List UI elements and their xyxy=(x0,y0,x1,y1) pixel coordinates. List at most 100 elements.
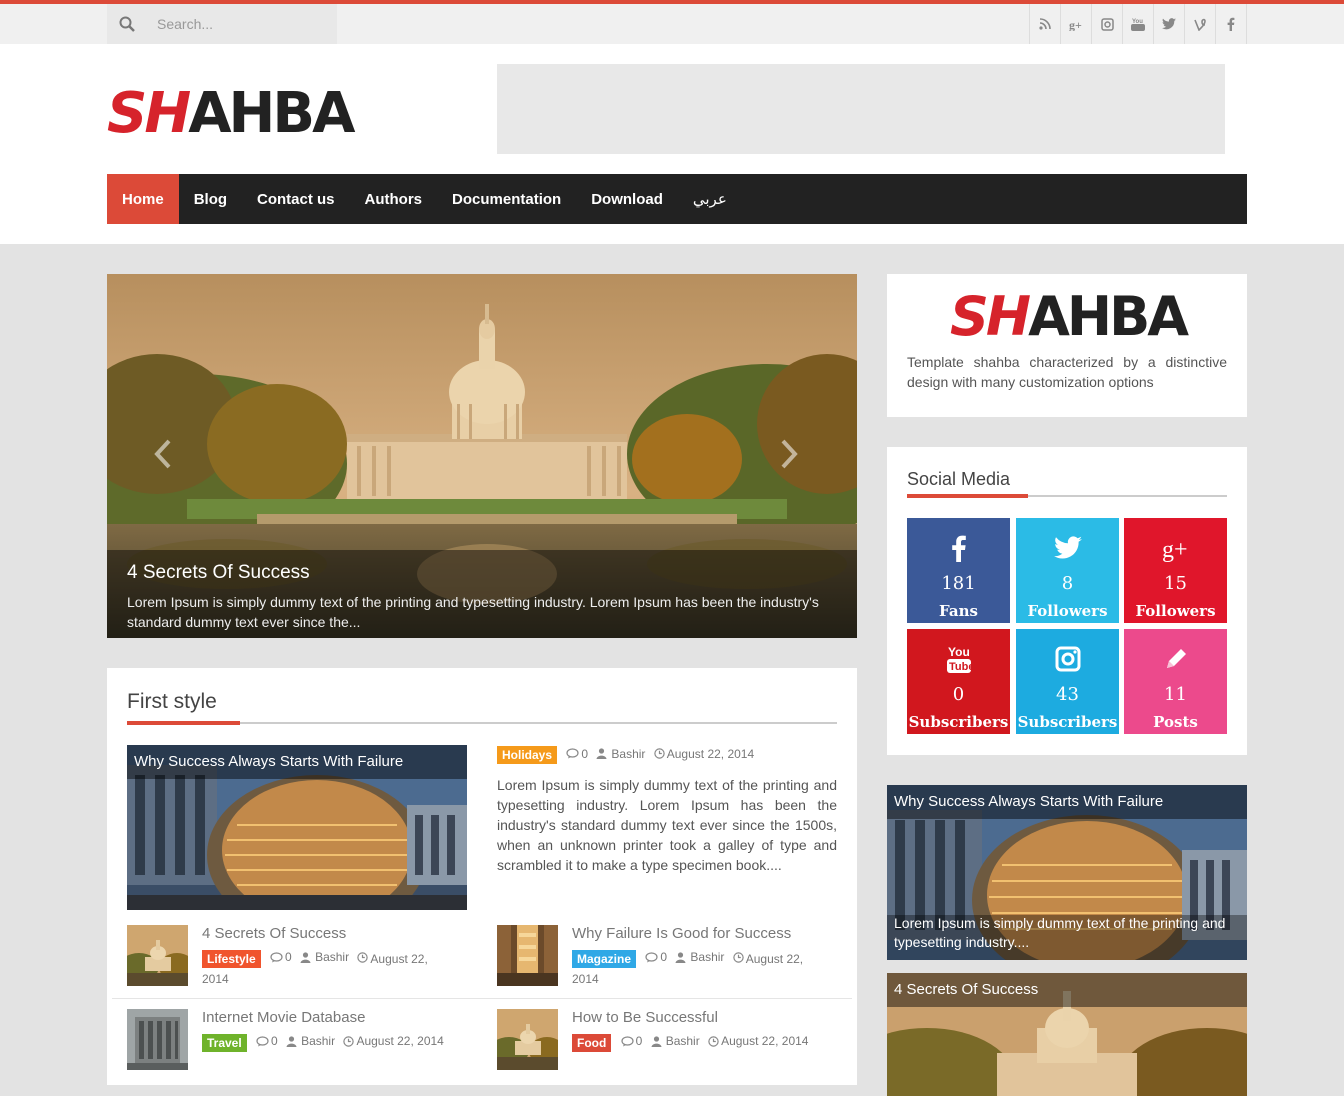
post-title[interactable]: How to Be Successful xyxy=(572,1009,718,1026)
twitter-icon[interactable] xyxy=(1154,4,1185,44)
list-item: 4 Secrets Of Success Lifestyle 0 Bashir … xyxy=(127,925,467,987)
counter-value: 15 xyxy=(1164,573,1187,594)
youtube-icon[interactable]: You xyxy=(1123,4,1154,44)
featured-post-image[interactable]: Why Success Always Starts With Failure xyxy=(127,745,467,910)
post-meta: Lifestyle 0 Bashir August 22, 2014 xyxy=(202,947,442,989)
svg-text:g+: g+ xyxy=(1069,18,1082,31)
section-title-underline xyxy=(127,721,837,725)
slider-prev-arrow-icon[interactable] xyxy=(151,439,177,469)
nav-item-contact[interactable]: Contact us xyxy=(242,174,350,224)
category-badge[interactable]: Lifestyle xyxy=(202,949,261,968)
comment-count[interactable]: 0 xyxy=(660,947,667,967)
post-author[interactable]: Bashir xyxy=(666,1031,700,1051)
google-plus-counter[interactable]: g+ 15 Followers xyxy=(1124,518,1227,623)
comment-icon xyxy=(566,748,579,759)
post-thumbnail[interactable] xyxy=(497,925,558,986)
user-icon xyxy=(286,1035,297,1047)
post-thumbnail[interactable] xyxy=(127,1009,188,1070)
category-badge[interactable]: Magazine xyxy=(572,949,637,968)
clock-icon xyxy=(343,1035,355,1047)
category-badge[interactable]: Food xyxy=(572,1033,612,1052)
sidebar-post-card[interactable]: 4 Secrets Of Success xyxy=(887,973,1247,1096)
list-item: How to Be Successful Food 0 Bashir Augus… xyxy=(497,1009,837,1071)
nav-item-blog[interactable]: Blog xyxy=(179,174,242,224)
post-title[interactable]: Internet Movie Database xyxy=(202,1009,365,1026)
facebook-counter[interactable]: 181 Fans xyxy=(907,518,1010,623)
vine-icon[interactable] xyxy=(1185,4,1216,44)
sidebar-post-title[interactable]: 4 Secrets Of Success xyxy=(887,973,1247,1007)
site-logo[interactable]: SH AHBA xyxy=(107,81,355,146)
clock-icon xyxy=(708,1035,719,1047)
post-author[interactable]: Bashir xyxy=(301,1031,335,1051)
about-logo-part-2: AHBA xyxy=(1028,285,1189,348)
sidebar-post-excerpt: Lorem Ipsum is simply dummy text of the … xyxy=(894,915,1226,950)
featured-post-excerpt: Lorem Ipsum is simply dummy text of the … xyxy=(497,777,837,873)
sidebar-post-title[interactable]: Why Success Always Starts With Failure xyxy=(887,785,1247,819)
comment-count[interactable]: 0 xyxy=(636,1031,643,1051)
featured-post-title[interactable]: Why Success Always Starts With Failure xyxy=(127,745,467,779)
category-badge[interactable]: Holidays xyxy=(497,746,558,764)
comment-count[interactable]: 0 xyxy=(271,1031,278,1051)
post-author[interactable]: Bashir xyxy=(611,747,645,761)
post-title[interactable]: 4 Secrets Of Success xyxy=(202,925,346,942)
svg-text:Tube: Tube xyxy=(949,661,972,673)
nav-item-home[interactable]: Home xyxy=(107,174,179,224)
post-thumbnail[interactable] xyxy=(497,1009,558,1070)
twitter-counter[interactable]: 8 Followers xyxy=(1016,518,1119,623)
facebook-icon[interactable] xyxy=(1216,4,1247,44)
counter-value: 11 xyxy=(1164,684,1187,705)
posts-counter[interactable]: 11 Posts xyxy=(1124,629,1227,734)
list-item: Internet Movie Database Travel 0 Bashir … xyxy=(127,1009,467,1071)
slider-title[interactable]: 4 Secrets Of Success xyxy=(127,562,837,584)
ad-banner-placeholder xyxy=(497,64,1225,154)
pencil-icon xyxy=(1124,643,1227,675)
user-icon xyxy=(651,1035,662,1047)
sidebar-post-card[interactable]: Why Success Always Starts With Failure L… xyxy=(887,785,1247,960)
post-meta: Travel 0 Bashir August 22, 2014 xyxy=(202,1031,472,1053)
nav-item-authors[interactable]: Authors xyxy=(350,174,438,224)
svg-text:g+: g+ xyxy=(1162,537,1188,563)
instagram-icon[interactable] xyxy=(1092,4,1123,44)
rss-icon[interactable] xyxy=(1030,4,1061,44)
counter-label: Subscribers xyxy=(908,713,1009,731)
clock-icon xyxy=(733,951,744,963)
nav-item-documentation[interactable]: Documentation xyxy=(437,174,576,224)
search-box xyxy=(107,4,337,44)
slider-next-arrow-icon[interactable] xyxy=(775,439,801,469)
clock-icon xyxy=(654,748,665,759)
clock-icon xyxy=(357,951,369,963)
post-title[interactable]: Why Failure Is Good for Success xyxy=(572,925,791,942)
comment-icon xyxy=(256,1035,269,1046)
post-date: August 22, 2014 xyxy=(666,746,755,761)
main-nav: Home Blog Contact us Authors Documentati… xyxy=(107,174,1247,224)
first-style-section: First style Why Success Always Starts Wi… xyxy=(107,668,857,1085)
search-input[interactable] xyxy=(157,5,337,43)
counter-value: 0 xyxy=(952,684,965,705)
search-icon[interactable] xyxy=(107,4,147,44)
slider-description: Lorem Ipsum is simply dummy text of the … xyxy=(127,594,819,630)
instagram-counter[interactable]: 43 Subscribers xyxy=(1016,629,1119,734)
logo-part-2: AHBA xyxy=(188,81,355,146)
slider-caption: 4 Secrets Of Success Lorem Ipsum is simp… xyxy=(107,550,857,638)
comment-icon xyxy=(270,951,283,962)
counter-label: Posts xyxy=(1153,713,1198,731)
user-icon xyxy=(300,951,311,963)
about-logo: SHAHBA xyxy=(950,290,1189,344)
about-text: Template shahba characterized by a disti… xyxy=(907,354,1227,390)
counter-value: 8 xyxy=(1061,573,1074,594)
featured-slider[interactable]: 4 Secrets Of Success Lorem Ipsum is simp… xyxy=(107,274,857,638)
google-plus-icon: g+ xyxy=(1124,532,1227,564)
post-thumbnail[interactable] xyxy=(127,925,188,986)
social-links: g+ You xyxy=(1029,4,1247,44)
list-item: Why Failure Is Good for Success Magazine… xyxy=(497,925,837,987)
nav-item-arabic[interactable]: عربي xyxy=(678,174,742,224)
post-author[interactable]: Bashir xyxy=(690,947,724,967)
post-author[interactable]: Bashir xyxy=(315,947,349,967)
category-badge[interactable]: Travel xyxy=(202,1033,247,1052)
comment-count[interactable]: 0 xyxy=(285,947,292,967)
nav-item-download[interactable]: Download xyxy=(576,174,678,224)
counter-label: Fans xyxy=(939,602,978,620)
google-plus-icon[interactable]: g+ xyxy=(1061,4,1092,44)
youtube-counter[interactable]: You Tube 0 Subscribers xyxy=(907,629,1010,734)
comment-count[interactable]: 0 xyxy=(581,747,588,761)
